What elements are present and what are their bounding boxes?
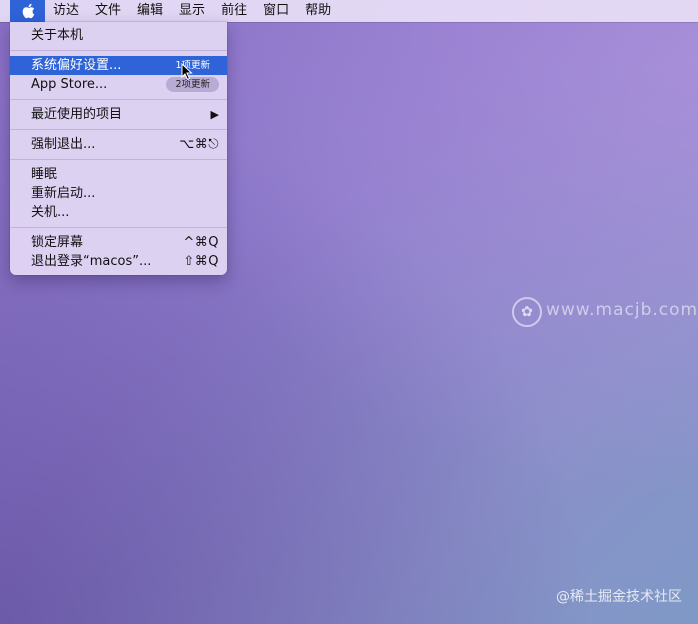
- menu-separator: [10, 159, 227, 160]
- menu-separator: [10, 99, 227, 100]
- menu-go[interactable]: 前往: [213, 0, 255, 22]
- menu-item-about[interactable]: 关于本机: [10, 26, 227, 45]
- menu-item-label: 关于本机: [31, 28, 84, 43]
- menu-item-lock-screen[interactable]: 锁定屏幕 ^⌘Q: [10, 233, 227, 252]
- menu-item-label: 退出登录“macos”...: [31, 254, 152, 269]
- menu-window[interactable]: 窗口: [255, 0, 297, 22]
- menu-help[interactable]: 帮助: [297, 0, 339, 22]
- menu-view[interactable]: 显示: [171, 0, 213, 22]
- menu-item-app-store[interactable]: App Store... 2项更新: [10, 75, 227, 94]
- credit-text: @稀土掘金技术社区: [556, 589, 682, 605]
- menu-item-label: App Store...: [31, 77, 108, 92]
- mouse-pointer-icon: [181, 63, 193, 81]
- submenu-arrow-icon: ▶: [210, 108, 219, 121]
- menu-item-sleep[interactable]: 睡眠: [10, 165, 227, 184]
- menu-item-label: 系统偏好设置...: [31, 58, 122, 73]
- menu-item-label: 锁定屏幕: [31, 235, 84, 250]
- menu-bar: 访达 文件 编辑 显示 前往 窗口 帮助: [0, 0, 698, 22]
- menu-edit[interactable]: 编辑: [129, 0, 171, 22]
- menu-item-system-preferences[interactable]: 系统偏好设置... 1项更新: [10, 56, 227, 75]
- keyboard-shortcut: ⌥⌘⎋: [179, 137, 219, 152]
- menu-separator: [10, 129, 227, 130]
- desktop: 访达 文件 编辑 显示 前往 窗口 帮助 关于本机 系统偏好设置... 1项更新…: [0, 0, 698, 624]
- menu-separator: [10, 227, 227, 228]
- menu-item-force-quit[interactable]: 强制退出... ⌥⌘⎋: [10, 135, 227, 154]
- keyboard-shortcut: ^⌘Q: [183, 235, 219, 250]
- menu-item-shutdown[interactable]: 关机...: [10, 203, 227, 222]
- keyboard-shortcut: ⇧⌘Q: [183, 254, 219, 269]
- menu-item-label: 最近使用的项目: [31, 107, 123, 122]
- watermark-text: www.macjb.com: [546, 300, 698, 320]
- menu-file[interactable]: 文件: [87, 0, 129, 22]
- menu-finder[interactable]: 访达: [45, 0, 87, 22]
- menu-separator: [10, 50, 227, 51]
- menu-item-restart[interactable]: 重新启动...: [10, 184, 227, 203]
- menu-item-label: 关机...: [31, 205, 70, 220]
- watermark-logo-icon: ✿: [512, 297, 542, 327]
- apple-menu-button[interactable]: [10, 0, 45, 22]
- menu-item-logout[interactable]: 退出登录“macos”... ⇧⌘Q: [10, 252, 227, 271]
- apple-logo-icon: [22, 3, 34, 19]
- menu-item-label: 强制退出...: [31, 137, 96, 152]
- menu-item-label: 睡眠: [31, 167, 58, 182]
- menu-item-recent-items[interactable]: 最近使用的项目 ▶: [10, 105, 227, 124]
- apple-dropdown-menu: 关于本机 系统偏好设置... 1项更新 App Store... 2项更新 最近…: [10, 22, 227, 275]
- menu-item-label: 重新启动...: [31, 186, 96, 201]
